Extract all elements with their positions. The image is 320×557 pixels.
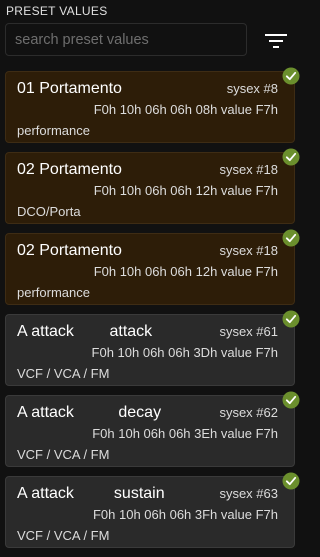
preset-card[interactable]: A attack decay sysex #62 F0h 10h 06h 06h… bbox=[5, 391, 300, 467]
preset-name: A attack sustain bbox=[17, 485, 165, 502]
search-input[interactable] bbox=[6, 24, 246, 55]
check-circle-icon bbox=[282, 472, 300, 490]
preset-card[interactable]: 01 Portamento sysex #8 F0h 10h 06h 06h 0… bbox=[5, 67, 300, 143]
preset-bytes: F0h 10h 06h 06h 12h value F7h bbox=[93, 183, 278, 198]
check-circle-icon bbox=[282, 229, 300, 247]
check-circle-icon bbox=[282, 391, 300, 409]
preset-bytes: F0h 10h 06h 06h 3Fh value F7h bbox=[92, 507, 278, 522]
preset-bytes: F0h 10h 06h 06h 12h value F7h bbox=[93, 264, 278, 279]
preset-name: 02 Portamento bbox=[17, 161, 122, 178]
preset-sysex: sysex #8 bbox=[226, 81, 278, 96]
preset-group: DCO/Porta bbox=[17, 204, 81, 219]
panel-title: PRESET VALUES bbox=[6, 4, 108, 18]
preset-card[interactable]: 02 Portamento sysex #18 F0h 10h 06h 06h … bbox=[5, 148, 300, 224]
preset-sysex: sysex #18 bbox=[219, 162, 278, 177]
preset-group: VCF / VCA / FM bbox=[17, 528, 110, 543]
preset-card[interactable]: A attack sustain sysex #63 F0h 10h 06h 0… bbox=[5, 472, 300, 548]
preset-sysex: sysex #63 bbox=[219, 486, 278, 501]
preset-name: A attack decay bbox=[17, 404, 162, 421]
filter-icon[interactable] bbox=[264, 31, 288, 49]
preset-sysex: sysex #62 bbox=[219, 405, 278, 420]
preset-name: 02 Portamento bbox=[17, 242, 122, 259]
search-field[interactable] bbox=[5, 23, 247, 56]
preset-name: 01 Portamento bbox=[17, 80, 122, 97]
preset-bytes: F0h 10h 06h 06h 3Eh value F7h bbox=[92, 426, 278, 441]
check-circle-icon bbox=[282, 67, 300, 85]
preset-card[interactable]: A attack attack sysex #61 F0h 10h 06h 06… bbox=[5, 310, 300, 386]
preset-sysex: sysex #18 bbox=[219, 243, 278, 258]
preset-bytes: F0h 10h 06h 06h 08h value F7h bbox=[93, 102, 278, 117]
preset-group: VCF / VCA / FM bbox=[17, 366, 110, 381]
preset-card[interactable]: 02 Portamento sysex #18 F0h 10h 06h 06h … bbox=[5, 229, 300, 305]
preset-sysex: sysex #61 bbox=[219, 324, 278, 339]
check-circle-icon bbox=[282, 310, 300, 328]
preset-group: VCF / VCA / FM bbox=[17, 447, 110, 462]
check-circle-icon bbox=[282, 148, 300, 166]
preset-group: performance bbox=[17, 123, 90, 138]
preset-group: performance bbox=[17, 285, 90, 300]
preset-bytes: F0h 10h 06h 06h 3Dh value F7h bbox=[91, 345, 278, 360]
preset-list: 01 Portamento sysex #8 F0h 10h 06h 06h 0… bbox=[5, 67, 300, 557]
preset-name: A attack attack bbox=[17, 323, 153, 340]
